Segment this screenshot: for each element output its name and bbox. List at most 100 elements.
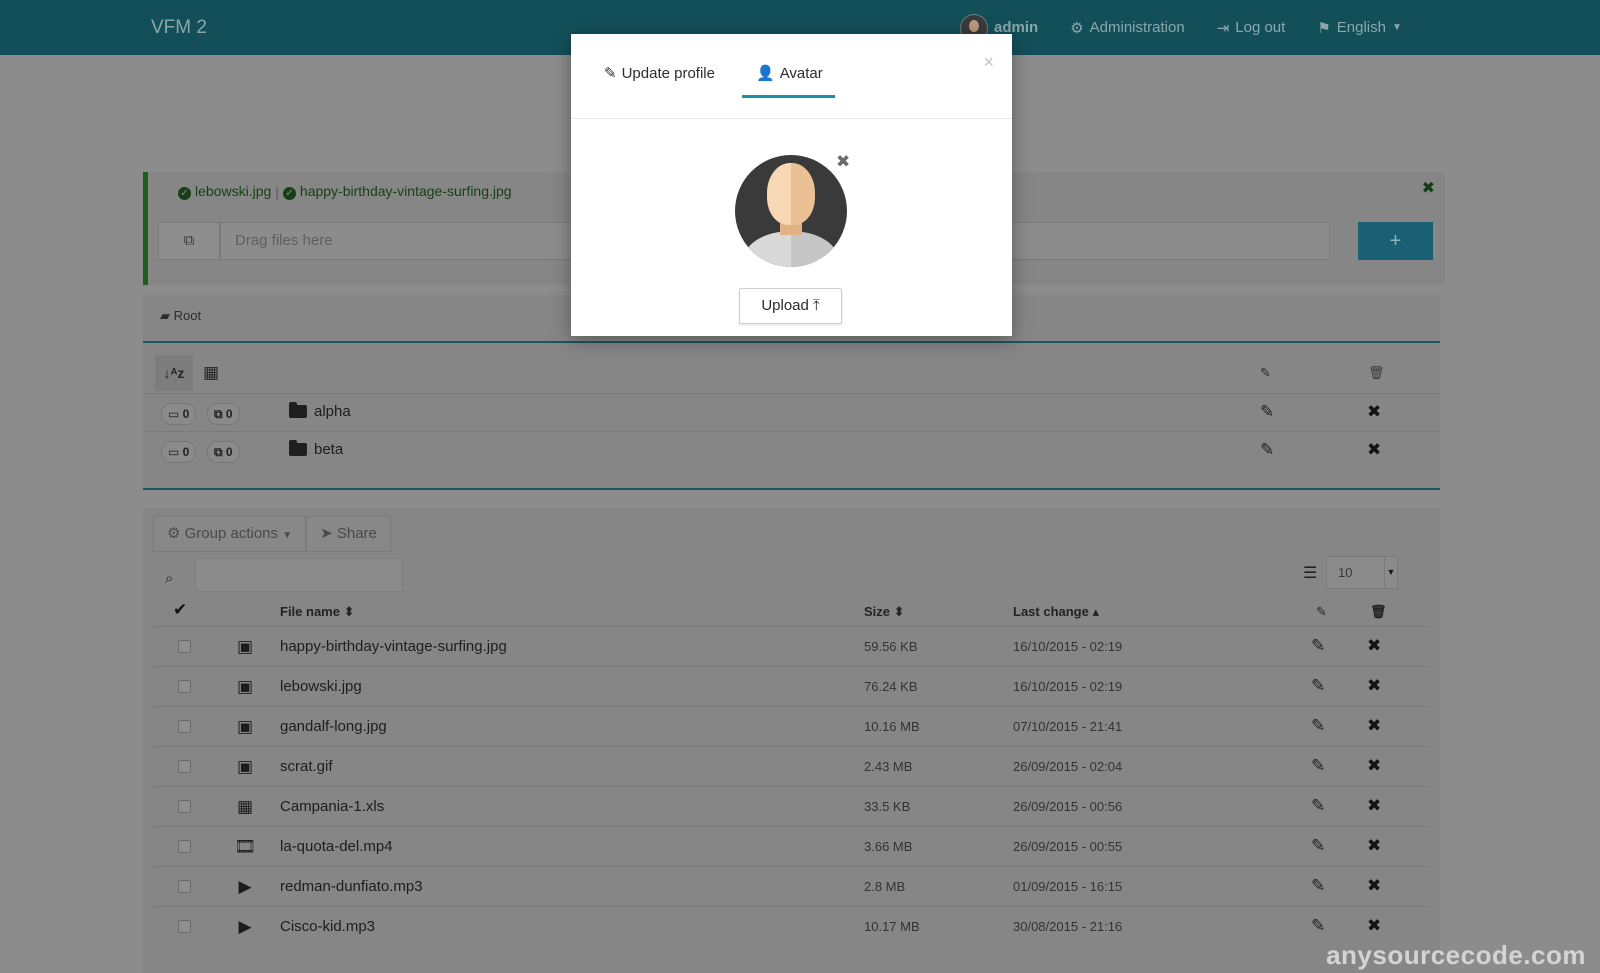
delete-icon[interactable]: ✖ [1367, 916, 1381, 936]
file-name[interactable]: scrat.gif [280, 758, 333, 775]
file-size: 2.8 MB [864, 879, 906, 894]
file-date: 16/10/2015 - 02:19 [1013, 679, 1123, 694]
row-checkbox[interactable] [178, 880, 191, 893]
breadcrumb[interactable]: ▰ Root [160, 308, 201, 324]
delete-icon[interactable]: ✖ [1367, 756, 1381, 776]
row-checkbox[interactable] [178, 680, 191, 693]
file-size: 76.24 KB [864, 679, 918, 694]
tab-update-profile[interactable]: ✎ Update profile [604, 64, 715, 83]
edit-icon: ✎ [604, 65, 617, 82]
image-icon: ▣ [236, 677, 254, 696]
folder-open-icon: ▰ [160, 308, 170, 323]
file-name[interactable]: Campania-1.xls [280, 798, 384, 815]
file-size: 2.43 MB [864, 759, 913, 774]
delete-icon[interactable]: ✖ [1367, 676, 1381, 696]
video-icon: 🎞 [234, 837, 256, 856]
file-date: 01/09/2015 - 16:15 [1013, 879, 1123, 894]
audio-play-icon: ▶ [238, 877, 252, 896]
edit-icon[interactable]: ✎ [1311, 716, 1325, 736]
header-size[interactable]: Size ⬍ [864, 604, 905, 620]
delete-icon[interactable]: ✖ [1367, 636, 1381, 656]
edit-icon[interactable]: ✎ [1311, 756, 1325, 776]
group-actions-button[interactable]: ⚙ Group actions ▼ [153, 516, 307, 552]
edit-icon[interactable]: ✎ [1311, 916, 1325, 936]
delete-icon[interactable]: ✖ [1367, 836, 1381, 856]
file-date: 30/08/2015 - 21:16 [1013, 919, 1123, 934]
close-icon[interactable]: ✖ [1422, 178, 1435, 198]
header-last-change[interactable]: Last change ▴ [1013, 604, 1099, 620]
logout-link[interactable]: ⇥ Log out [1217, 19, 1286, 37]
row-checkbox[interactable] [178, 840, 191, 853]
file-count-badge: ⧉ 0 [207, 441, 240, 463]
folder-icon [289, 440, 307, 456]
tab-avatar[interactable]: 👤 Avatar [756, 64, 823, 83]
file-name[interactable]: Cisco-kid.mp3 [280, 918, 375, 935]
calendar-icon[interactable]: ▦ [203, 363, 219, 383]
administration-label: Administration [1089, 19, 1185, 36]
file-name[interactable]: la-quota-del.mp4 [280, 838, 393, 855]
folder-count-badge: ▭ 0 [161, 441, 197, 463]
file-name[interactable]: happy-birthday-vintage-surfing.jpg [280, 638, 507, 655]
folder-name[interactable]: beta [289, 440, 343, 458]
caret-down-icon: ▼ [1384, 557, 1397, 588]
search-input[interactable] [195, 558, 403, 592]
file-name[interactable]: redman-dunfiato.mp3 [280, 878, 423, 895]
edit-icon[interactable]: ✎ [1311, 836, 1325, 856]
list-icon: ☰ [1303, 565, 1318, 582]
file-name[interactable]: lebowski.jpg [280, 678, 362, 695]
folder-row[interactable]: ▭ 0 ⧉ 0 beta ✎ ✖ [143, 431, 1440, 470]
table-row[interactable]: ▦ Campania-1.xls 33.5 KB 26/09/2015 - 00:56… [153, 786, 1430, 827]
delete-icon[interactable]: ✖ [1367, 796, 1381, 816]
row-checkbox[interactable] [178, 640, 191, 653]
edit-icon[interactable]: ✎ [1260, 402, 1274, 422]
language-dropdown[interactable]: ⚑ English ▼ [1317, 19, 1402, 37]
table-row[interactable]: ▶ Cisco-kid.mp3 10.17 MB 30/08/2015 - 21:16… [153, 906, 1430, 947]
administration-link[interactable]: ⚙ Administration [1070, 19, 1185, 37]
file-size: 59.56 KB [864, 639, 918, 654]
row-checkbox[interactable] [178, 920, 191, 933]
folder-name[interactable]: alpha [289, 402, 351, 420]
table-row[interactable]: ▣ happy-birthday-vintage-surfing.jpg 59.56… [153, 626, 1430, 667]
select-all-check-icon[interactable]: ✔ [173, 600, 187, 620]
edit-icon[interactable]: ✎ [1311, 796, 1325, 816]
close-icon[interactable]: × [983, 52, 994, 73]
table-row[interactable]: ▣ scrat.gif 2.43 MB 26/09/2015 - 02:04 ✎ ✖ [153, 746, 1430, 787]
remove-avatar-icon[interactable]: ✖ [836, 152, 850, 172]
file-size: 10.17 MB [864, 919, 920, 934]
per-page-select[interactable]: 10 ▼ [1326, 556, 1398, 589]
delete-icon[interactable]: ✖ [1367, 876, 1381, 896]
profile-modal: ✎ Update profile 👤 Avatar × ✖ Upload ⤒ [571, 34, 1012, 336]
add-files-button[interactable]: + [1358, 222, 1433, 260]
uploaded-file: ✓ happy-birthday-vintage-surfing.jpg [282, 183, 512, 200]
row-checkbox[interactable] [178, 800, 191, 813]
spreadsheet-icon: ▦ [236, 797, 254, 816]
breadcrumb-root: Root [173, 308, 202, 323]
file-size: 33.5 KB [864, 799, 911, 814]
delete-icon[interactable]: ✖ [1367, 716, 1381, 736]
table-row[interactable]: 🎞 la-quota-del.mp4 3.66 MB 26/09/2015 - 00:… [153, 826, 1430, 867]
upload-button[interactable]: Upload ⤒ [739, 288, 842, 324]
search-icon: ⌕ [165, 570, 174, 587]
table-row[interactable]: ▣ lebowski.jpg 76.24 KB 16/10/2015 - 02:19 ✎… [153, 666, 1430, 707]
divider [143, 341, 1440, 343]
file-date: 07/10/2015 - 21:41 [1013, 719, 1123, 734]
edit-icon[interactable]: ✎ [1311, 676, 1325, 696]
row-checkbox[interactable] [178, 720, 191, 733]
folder-row[interactable]: ▭ 0 ⧉ 0 alpha ✎ ✖ [143, 393, 1440, 432]
app-brand[interactable]: VFM 2 [151, 17, 207, 39]
header-file-name[interactable]: File name ⬍ [280, 604, 354, 620]
table-row[interactable]: ▶ redman-dunfiato.mp3 2.8 MB 01/09/2015 - 1… [153, 866, 1430, 907]
files-icon[interactable]: ⧉ [158, 222, 220, 260]
edit-icon[interactable]: ✎ [1260, 440, 1274, 460]
edit-icon[interactable]: ✎ [1311, 876, 1325, 896]
delete-icon[interactable]: ✖ [1367, 402, 1381, 422]
row-checkbox[interactable] [178, 760, 191, 773]
sort-alpha-icon[interactable]: ↓ᴬz [155, 355, 193, 391]
share-button[interactable]: ➤ Share [306, 516, 391, 552]
file-date: 26/09/2015 - 00:56 [1013, 799, 1123, 814]
file-date: 26/09/2015 - 00:55 [1013, 839, 1123, 854]
delete-icon[interactable]: ✖ [1367, 440, 1381, 460]
file-name[interactable]: gandalf-long.jpg [280, 718, 387, 735]
table-row[interactable]: ▣ gandalf-long.jpg 10.16 MB 07/10/2015 - 21… [153, 706, 1430, 747]
edit-icon[interactable]: ✎ [1311, 636, 1325, 656]
